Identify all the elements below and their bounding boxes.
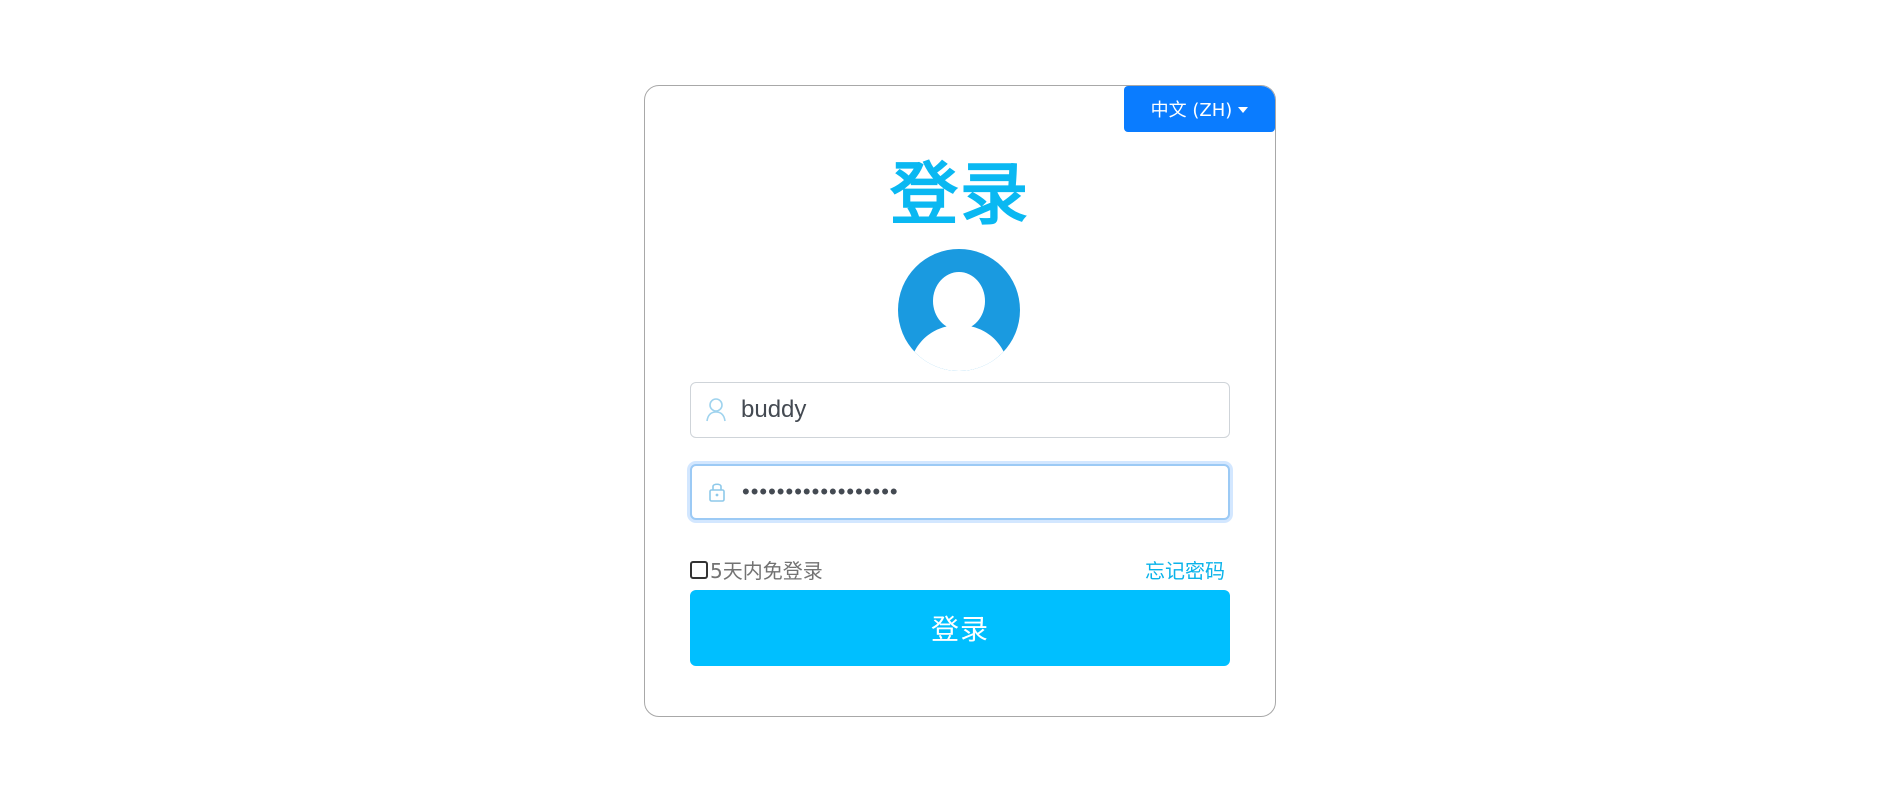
remember-me-label[interactable]: 5天内免登录	[710, 555, 823, 584]
caret-down-icon	[1238, 107, 1249, 113]
user-icon	[705, 397, 727, 423]
remember-me-checkbox[interactable]	[690, 560, 708, 579]
forgot-password-link[interactable]: 忘记密码	[1145, 555, 1225, 584]
login-button[interactable]: 登录	[690, 590, 1230, 666]
language-label: 中文 (ZH)	[1150, 100, 1233, 121]
password-field-container	[690, 464, 1230, 520]
page-title: 登录	[889, 156, 1030, 235]
lock-icon	[706, 479, 728, 505]
remember-me: 5天内免登录	[690, 555, 823, 584]
username-field-container	[690, 382, 1230, 438]
language-dropdown-button[interactable]: 中文 (ZH)	[1124, 86, 1275, 132]
username-input[interactable]	[741, 396, 1211, 424]
password-input[interactable]	[742, 479, 1212, 505]
login-card: 中文 (ZH) 登录 buddy •••••••••••••••••• 5天内免…	[644, 85, 1276, 717]
avatar-icon	[898, 249, 1020, 371]
